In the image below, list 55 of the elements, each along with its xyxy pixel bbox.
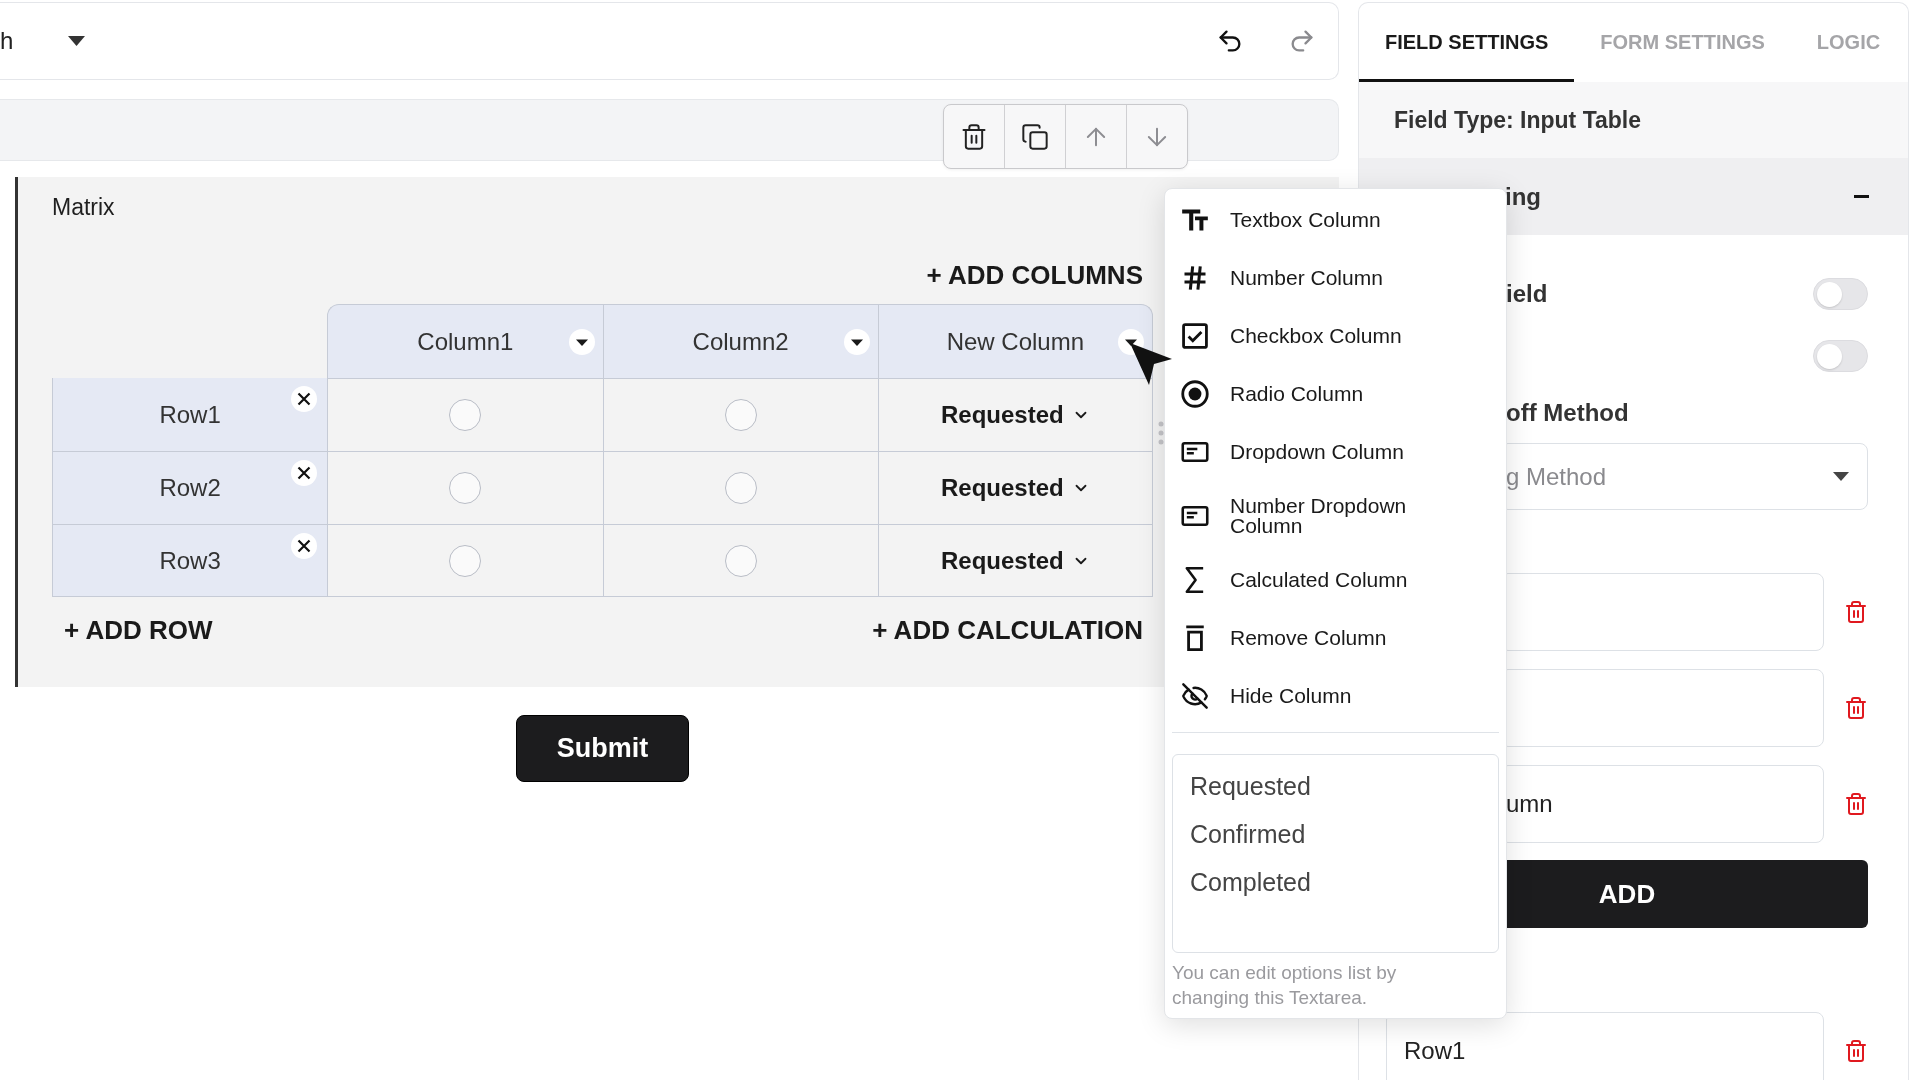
radio-dot-icon <box>1181 380 1209 408</box>
trash-icon[interactable] <box>1844 792 1868 816</box>
status-dropdown[interactable]: Requested <box>941 474 1090 502</box>
radio-button[interactable] <box>724 472 757 504</box>
radio-button[interactable] <box>449 472 482 504</box>
menu-item[interactable]: Calculated Column <box>1165 551 1506 609</box>
caret-down-icon[interactable] <box>68 36 86 46</box>
select-label: off Method <box>1506 399 1629 427</box>
submit-button[interactable]: Submit <box>516 715 689 782</box>
trash-icon[interactable] <box>1844 1039 1868 1063</box>
toggle-switch[interactable] <box>1813 278 1868 310</box>
help-text: You can edit options list by changing this Textarea. <box>1172 961 1398 1010</box>
status-dropdown[interactable]: Requested <box>941 546 1090 575</box>
checked-box-icon <box>1181 322 1209 350</box>
section-title: ing <box>1505 182 1541 211</box>
toggle-label: ield <box>1506 280 1548 308</box>
row-title: Row2 <box>159 474 221 502</box>
radio-button[interactable] <box>449 399 482 431</box>
mouse-cursor-icon <box>1129 342 1173 386</box>
caret-down-icon <box>1833 472 1849 481</box>
caret-down-icon[interactable] <box>568 328 595 355</box>
eye-off-icon <box>1181 682 1209 710</box>
radio-button[interactable] <box>724 399 757 431</box>
menu-item[interactable]: Textbox Column <box>1165 191 1506 249</box>
add-row-button[interactable]: + ADD ROW <box>64 614 213 646</box>
menu-item[interactable]: Remove Column <box>1165 609 1506 667</box>
options-textarea[interactable]: Requested Confirmed Completed <box>1172 754 1499 953</box>
menu-item[interactable]: Radio Column <box>1165 365 1506 423</box>
copy-icon <box>1021 122 1049 151</box>
status-dropdown[interactable]: Requested <box>941 401 1090 429</box>
menu-item[interactable]: Checkbox Column <box>1165 307 1506 365</box>
close-icon[interactable] <box>291 386 318 412</box>
row-title: Row3 <box>159 546 221 575</box>
field-label: Matrix <box>52 193 115 222</box>
toggle-switch[interactable] <box>1813 340 1868 372</box>
row-name-field[interactable]: Row1 <box>1386 1012 1824 1080</box>
header-text: h <box>0 27 14 55</box>
trash-icon <box>960 122 988 151</box>
close-icon[interactable] <box>291 460 318 486</box>
close-icon[interactable] <box>291 533 318 559</box>
drag-handle-icon[interactable] <box>1158 421 1164 445</box>
column-title: Column2 <box>692 327 789 356</box>
menu-item[interactable]: Hide Column <box>1165 667 1506 725</box>
trash-icon[interactable] <box>1844 600 1868 624</box>
radio-button[interactable] <box>724 544 757 577</box>
column-title: Column1 <box>417 327 514 356</box>
menu-item[interactable]: Number Column <box>1165 249 1506 307</box>
radio-button[interactable] <box>449 544 482 577</box>
column-title: New Column <box>946 327 1085 356</box>
field-type-label: Field Type: Input Table <box>1394 106 1642 134</box>
trash-icon[interactable] <box>1844 696 1868 720</box>
add-columns-button[interactable]: + ADD COLUMNS <box>926 259 1143 291</box>
add-calculation-button[interactable]: + ADD CALCULATION <box>872 614 1143 646</box>
row-title: Row1 <box>159 400 221 429</box>
caret-down-icon[interactable] <box>843 328 870 355</box>
